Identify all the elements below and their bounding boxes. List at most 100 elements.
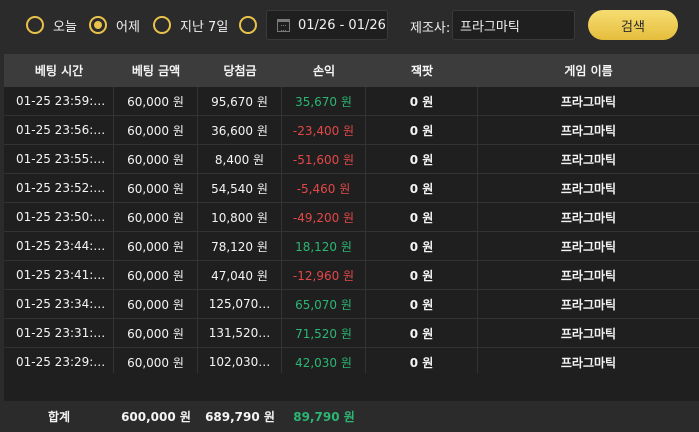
cell-jackpot: 0 원 bbox=[366, 203, 478, 231]
radio-custom-range[interactable] bbox=[239, 14, 257, 36]
cell-bet-time: 01-25 23:31:… bbox=[4, 319, 114, 347]
date-range-picker[interactable]: 01/26 - 01/26 bbox=[266, 10, 388, 40]
cell-winnings: 125,070… bbox=[198, 290, 282, 318]
date-range-text: 01/26 - 01/26 bbox=[298, 17, 386, 33]
cell-bet-time: 01-25 23:41:… bbox=[4, 261, 114, 289]
cell-profit: 18,120 원 bbox=[282, 232, 366, 260]
maker-input[interactable] bbox=[452, 10, 575, 40]
cell-jackpot: 0 원 bbox=[366, 319, 478, 347]
cell-jackpot: 0 원 bbox=[366, 145, 478, 173]
cell-game-name: 프라그마틱 bbox=[560, 181, 617, 196]
totals-bet: 600,000 원 bbox=[121, 410, 191, 424]
radio-circle[interactable] bbox=[26, 16, 44, 34]
radio-label: 지난 7일 bbox=[180, 19, 229, 35]
cell-jackpot: 0 원 bbox=[366, 348, 478, 376]
cell-bet-time: 01-25 23:29:… bbox=[4, 348, 114, 376]
cell-game-name: 프라그마틱 bbox=[560, 297, 617, 312]
cell-winnings: 54,540 원 bbox=[198, 174, 282, 202]
cell-bet-time: 01-25 23:52:… bbox=[4, 174, 114, 202]
cell-bet-amount: 60,000 원 bbox=[114, 348, 198, 376]
cell-bet-amount: 60,000 원 bbox=[114, 174, 198, 202]
radio-yesterday[interactable]: 어제 bbox=[89, 14, 140, 36]
table-body: 01-25 23:59:… 60,000 원 95,670 원 35,670 원0 원… bbox=[4, 87, 699, 377]
table-row[interactable]: 01-25 23:50:… 60,000 원 10,800 원 -49,200 원0 … bbox=[4, 203, 699, 232]
header-winnings[interactable]: 당첨금 bbox=[198, 54, 282, 87]
cell-winnings: 78,120 원 bbox=[198, 232, 282, 260]
cell-bet-time: 01-25 23:55:… bbox=[4, 145, 114, 173]
cell-game-name: 프라그마틱 bbox=[560, 268, 617, 283]
cell-jackpot: 0 원 bbox=[366, 261, 478, 289]
radio-label: 오늘 bbox=[53, 19, 77, 35]
cell-game-name: 프라그마틱 bbox=[560, 326, 617, 341]
cell-bet-time: 01-25 23:44:… bbox=[4, 232, 114, 260]
totals-game-empty bbox=[478, 401, 699, 432]
cell-game-name: 프라그마틱 bbox=[560, 355, 617, 370]
maker-label: 제조사: bbox=[410, 21, 451, 36]
header-profit[interactable]: 손익 bbox=[282, 54, 366, 87]
cell-winnings: 102,030… bbox=[198, 348, 282, 376]
cell-bet-time: 01-25 23:50:… bbox=[4, 203, 114, 231]
cell-bet-time: 01-25 23:59:… bbox=[4, 87, 114, 115]
cell-winnings: 10,800 원 bbox=[198, 203, 282, 231]
cell-profit: 35,670 원 bbox=[282, 87, 366, 115]
totals-jackpot-empty bbox=[366, 401, 478, 432]
cell-game-name: 프라그마틱 bbox=[560, 94, 617, 109]
table-row[interactable]: 01-25 23:34:… 60,000 원 125,070… 65,070 원0 원… bbox=[4, 290, 699, 319]
cell-bet-amount: 60,000 원 bbox=[114, 203, 198, 231]
search-button[interactable]: 검색 bbox=[588, 10, 678, 40]
table-row[interactable]: 01-25 23:59:… 60,000 원 95,670 원 35,670 원0 원… bbox=[4, 87, 699, 116]
table-row[interactable]: 01-25 23:56:… 60,000 원 36,600 원 -23,400 원0 … bbox=[4, 116, 699, 145]
cell-jackpot: 0 원 bbox=[366, 290, 478, 318]
cell-bet-time: 01-25 23:56:… bbox=[4, 116, 114, 144]
calendar-icon bbox=[277, 18, 290, 32]
cell-jackpot: 0 원 bbox=[366, 232, 478, 260]
table-row[interactable]: 01-25 23:55:… 60,000 원 8,400 원 -51,600 원0 원… bbox=[4, 145, 699, 174]
cell-bet-amount: 60,000 원 bbox=[114, 319, 198, 347]
cell-game-name: 프라그마틱 bbox=[560, 123, 617, 138]
cell-jackpot: 0 원 bbox=[366, 87, 478, 115]
cell-profit: -49,200 원 bbox=[282, 203, 366, 231]
cell-bet-time: 01-25 23:34:… bbox=[4, 290, 114, 318]
cell-profit: -51,600 원 bbox=[282, 145, 366, 173]
totals-label: 합계 bbox=[47, 410, 71, 424]
cell-profit: 65,070 원 bbox=[282, 290, 366, 318]
radio-circle[interactable] bbox=[239, 16, 257, 34]
cell-bet-amount: 60,000 원 bbox=[114, 290, 198, 318]
cell-profit: -12,960 원 bbox=[282, 261, 366, 289]
totals-winnings: 689,790 원 bbox=[205, 410, 275, 424]
cell-profit: -5,460 원 bbox=[282, 174, 366, 202]
totals-profit: 89,790 원 bbox=[293, 410, 355, 424]
cell-profit: 42,030 원 bbox=[282, 348, 366, 376]
table-row[interactable]: 01-25 23:52:… 60,000 원 54,540 원 -5,460 원0 원… bbox=[4, 174, 699, 203]
header-jackpot[interactable]: 잭팟 bbox=[366, 54, 478, 87]
radio-circle[interactable] bbox=[153, 16, 171, 34]
radio-today[interactable]: 오늘 bbox=[26, 14, 77, 36]
cell-jackpot: 0 원 bbox=[366, 116, 478, 144]
radio-last-7-days[interactable]: 지난 7일 bbox=[153, 14, 228, 36]
cell-profit: 71,520 원 bbox=[282, 319, 366, 347]
cell-bet-amount: 60,000 원 bbox=[114, 261, 198, 289]
cell-jackpot: 0 원 bbox=[366, 174, 478, 202]
cell-winnings: 36,600 원 bbox=[198, 116, 282, 144]
table-row[interactable]: 01-25 23:41:… 60,000 원 47,040 원 -12,960 원0 … bbox=[4, 261, 699, 290]
radio-label: 어제 bbox=[116, 19, 140, 35]
table-row[interactable]: 01-25 23:31:… 60,000 원 131,520… 71,520 원0 원… bbox=[4, 319, 699, 348]
cell-bet-amount: 60,000 원 bbox=[114, 145, 198, 173]
header-bet-amount[interactable]: 베팅 금액 bbox=[114, 54, 198, 87]
cell-winnings: 47,040 원 bbox=[198, 261, 282, 289]
cell-profit: -23,400 원 bbox=[282, 116, 366, 144]
cell-winnings: 8,400 원 bbox=[198, 145, 282, 173]
bet-history-table: 베팅 시간 베팅 금액 당첨금 손익 잭팟 게임 이름 01-25 23:59:… bbox=[4, 54, 699, 377]
table-empty-space bbox=[4, 373, 699, 401]
cell-winnings: 131,520… bbox=[198, 319, 282, 347]
filter-bar: 오늘 어제 지난 7일 01/26 - 01/26 제조사: 검색 bbox=[0, 0, 699, 50]
cell-bet-amount: 60,000 원 bbox=[114, 232, 198, 260]
header-game-name[interactable]: 게임 이름 bbox=[478, 54, 699, 87]
cell-bet-amount: 60,000 원 bbox=[114, 87, 198, 115]
header-bet-time[interactable]: 베팅 시간 bbox=[4, 54, 114, 87]
cell-game-name: 프라그마틱 bbox=[560, 210, 617, 225]
table-row[interactable]: 01-25 23:44:… 60,000 원 78,120 원 18,120 원0 원… bbox=[4, 232, 699, 261]
cell-game-name: 프라그마틱 bbox=[560, 152, 617, 167]
table-header: 베팅 시간 베팅 금액 당첨금 손익 잭팟 게임 이름 bbox=[4, 54, 699, 87]
radio-circle[interactable] bbox=[89, 16, 107, 34]
